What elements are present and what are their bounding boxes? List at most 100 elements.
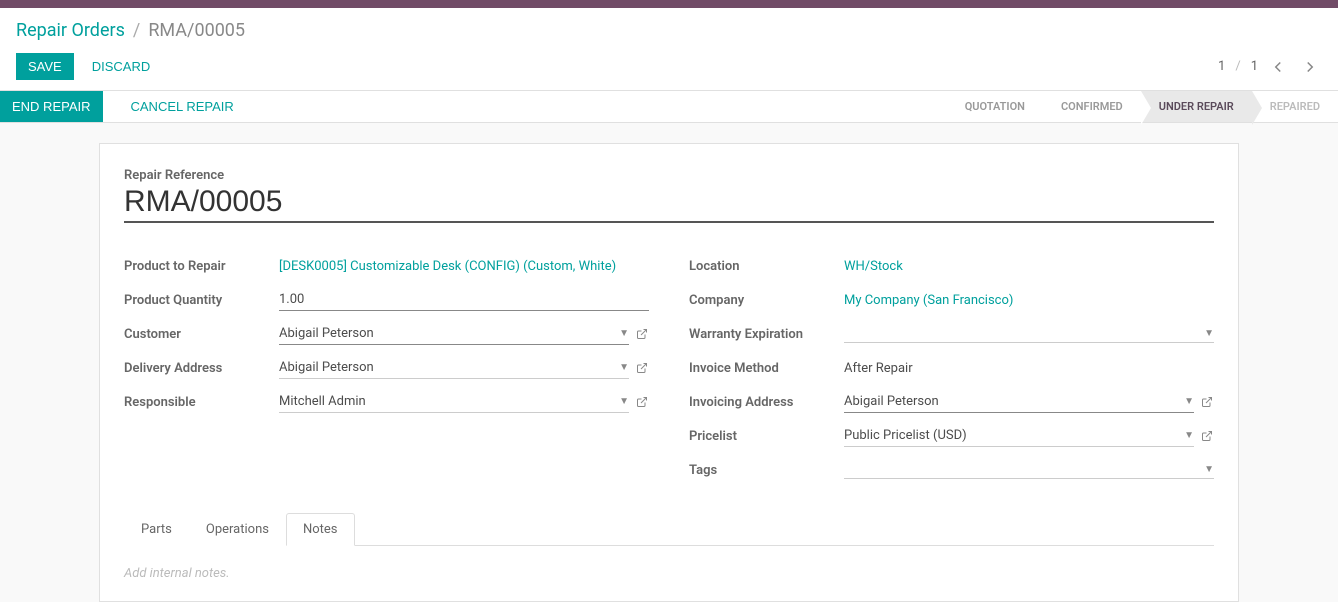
product-qty-input[interactable]: 1.00 [279,289,649,311]
external-link-icon[interactable] [635,327,649,341]
chevron-down-icon[interactable]: ▼ [619,362,629,373]
pager-prev-icon[interactable] [1266,55,1290,79]
row-company: Company My Company (San Francisco) [689,287,1214,313]
company-label: Company [689,293,844,308]
action-bar: End Repair Cancel Repair Quotation Confi… [0,90,1338,123]
breadcrumb-parent[interactable]: Repair Orders [16,20,125,41]
save-button[interactable]: Save [16,53,74,80]
tags-label: Tags [689,463,844,478]
tags-value-wrap: ▼ [844,461,1214,479]
delivery-label: Delivery Address [124,361,279,376]
form-columns: Product to Repair [DESK0005] Customizabl… [124,253,1214,483]
row-pricelist: Pricelist Public Pricelist (USD) ▼ [689,423,1214,449]
responsible-input[interactable]: Mitchell Admin ▼ [279,391,629,413]
invoice-method-value: After Repair [844,361,1214,376]
row-invoicing-address: Invoicing Address Abigail Peterson ▼ [689,389,1214,415]
chevron-down-icon[interactable]: ▼ [619,396,629,407]
delivery-value-wrap: Abigail Peterson ▼ [279,357,649,379]
row-tags: Tags ▼ [689,457,1214,483]
delivery-input[interactable]: Abigail Peterson ▼ [279,357,629,379]
product-qty-text: 1.00 [279,292,304,307]
row-customer: Customer Abigail Peterson ▼ [124,321,649,347]
warranty-label: Warranty Expiration [689,327,844,342]
chevron-down-icon[interactable]: ▼ [1184,396,1194,407]
form-col-left: Product to Repair [DESK0005] Customizabl… [124,253,649,483]
invoicing-addr-text: Abigail Peterson [844,394,939,409]
chevron-down-icon[interactable]: ▼ [1184,430,1194,441]
pricelist-input[interactable]: Public Pricelist (USD) ▼ [844,425,1194,447]
pager-next-icon[interactable] [1298,55,1322,79]
status-quotation[interactable]: Quotation [947,91,1043,122]
form-sheet: Repair Reference Product to Repair [DESK… [99,143,1239,602]
external-link-icon[interactable] [635,361,649,375]
header-actions: Save Discard [16,53,152,80]
product-to-repair-value[interactable]: [DESK0005] Customizable Desk (CONFIG) (C… [279,259,649,274]
warranty-value-wrap: ▼ [844,325,1214,343]
header: Repair Orders / RMA/00005 Save Discard 1… [0,8,1338,90]
row-location: Location WH/Stock [689,253,1214,279]
chevron-down-icon[interactable]: ▼ [1204,328,1214,339]
tags-input[interactable]: ▼ [844,461,1214,479]
tab-parts[interactable]: Parts [124,513,189,546]
external-link-icon[interactable] [1200,395,1214,409]
end-repair-button[interactable]: End Repair [0,91,103,122]
breadcrumb: Repair Orders / RMA/00005 [16,14,1322,47]
status-repaired[interactable]: Repaired [1252,91,1338,122]
customer-label: Customer [124,327,279,342]
responsible-label: Responsible [124,395,279,410]
warranty-input[interactable]: ▼ [844,325,1214,343]
invoicing-addr-value-wrap: Abigail Peterson ▼ [844,391,1214,413]
company-value[interactable]: My Company (San Francisco) [844,293,1214,308]
product-qty-value-wrap: 1.00 [279,289,649,311]
status-confirmed[interactable]: Confirmed [1043,91,1141,122]
status-under-repair[interactable]: Under Repair [1141,91,1252,122]
repair-reference-wrap [124,185,1214,223]
chevron-down-icon[interactable]: ▼ [1204,464,1214,475]
app-top-bar [0,0,1338,8]
invoicing-addr-input[interactable]: Abigail Peterson ▼ [844,391,1194,413]
chevron-down-icon[interactable]: ▼ [619,328,629,339]
cancel-repair-button[interactable]: Cancel Repair [119,91,246,122]
repair-reference-label: Repair Reference [124,168,1214,183]
row-product-qty: Product Quantity 1.00 [124,287,649,313]
repair-reference-input[interactable] [124,185,1214,221]
product-qty-label: Product Quantity [124,293,279,308]
pricelist-value-wrap: Public Pricelist (USD) ▼ [844,425,1214,447]
customer-text: Abigail Peterson [279,326,374,341]
invoice-method-label: Invoice Method [689,361,844,376]
external-link-icon[interactable] [1200,429,1214,443]
tabs: Parts Operations Notes [124,513,1214,546]
tab-content-notes: Add internal notes. [124,546,1214,601]
external-link-icon[interactable] [635,395,649,409]
header-row: Save Discard 1 / 1 [16,47,1322,90]
status-bar: Quotation Confirmed Under Repair Repaire… [947,91,1338,122]
form-col-right: Location WH/Stock Company My Company (Sa… [689,253,1214,483]
action-buttons: End Repair Cancel Repair [0,91,246,122]
responsible-value-wrap: Mitchell Admin ▼ [279,391,649,413]
pager-current: 1 [1218,59,1225,74]
breadcrumb-current: RMA/00005 [148,20,245,41]
customer-input[interactable]: Abigail Peterson ▼ [279,323,629,345]
customer-value-wrap: Abigail Peterson ▼ [279,323,649,345]
responsible-text: Mitchell Admin [279,394,366,409]
location-value[interactable]: WH/Stock [844,259,1214,274]
pager-total: 1 [1251,59,1258,74]
tab-operations[interactable]: Operations [189,513,286,546]
pricelist-label: Pricelist [689,429,844,444]
pricelist-text: Public Pricelist (USD) [844,428,967,443]
notes-placeholder[interactable]: Add internal notes. [124,566,1214,581]
product-to-repair-label: Product to Repair [124,259,279,274]
row-responsible: Responsible Mitchell Admin ▼ [124,389,649,415]
breadcrumb-separator: / [133,20,140,41]
tab-notes[interactable]: Notes [286,513,355,546]
delivery-text: Abigail Peterson [279,360,374,375]
discard-button[interactable]: Discard [90,53,153,80]
pager-sep: / [1235,59,1240,74]
invoicing-addr-label: Invoicing Address [689,395,844,410]
row-product-to-repair: Product to Repair [DESK0005] Customizabl… [124,253,649,279]
row-warranty: Warranty Expiration ▼ [689,321,1214,347]
row-delivery-address: Delivery Address Abigail Peterson ▼ [124,355,649,381]
location-label: Location [689,259,844,274]
pager: 1 / 1 [1218,55,1322,79]
row-invoice-method: Invoice Method After Repair [689,355,1214,381]
